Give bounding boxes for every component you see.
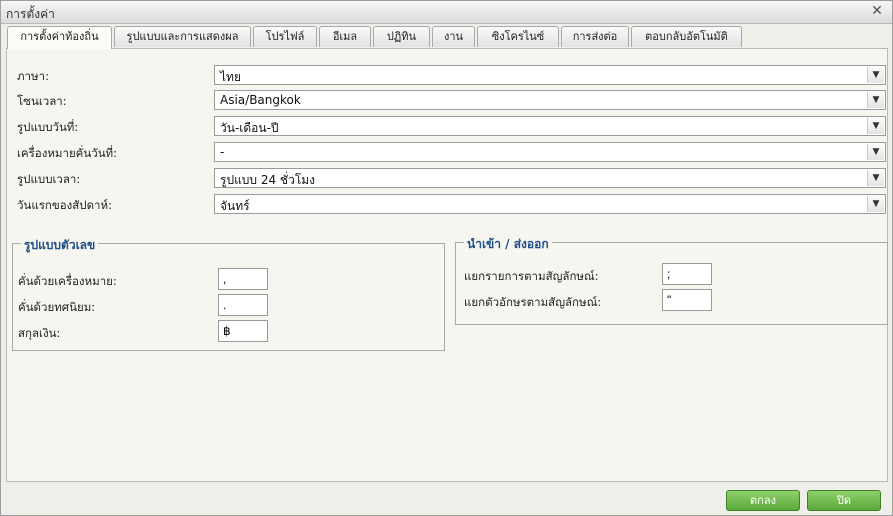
dialog-title: การตั้งค่า: [6, 7, 55, 21]
chevron-down-icon[interactable]: ▼: [867, 170, 884, 186]
close-icon[interactable]: ✕: [870, 4, 884, 18]
decimal-separator-label: คั่นด้วยทศนิยม:: [18, 300, 96, 314]
chevron-down-icon[interactable]: ▼: [867, 196, 884, 212]
time-format-value: รูปแบบ 24 ชั่วโมง: [220, 173, 316, 187]
number-format-group: รูปแบบตัวเลข คั่นด้วยเครื่องหมาย: คั่นด้…: [12, 236, 445, 351]
date-format-label: รูปแบบวันที่:: [17, 120, 79, 134]
settings-dialog: การตั้งค่า ✕ การตั้งค่าท้องถิ่น รูปแบบแล…: [0, 0, 893, 516]
thousands-separator-input[interactable]: [218, 268, 268, 290]
tab-calendar[interactable]: ปฏิทิน: [373, 26, 430, 47]
timezone-value: Asia/Bangkok: [220, 93, 301, 107]
close-button[interactable]: ปิด: [807, 490, 881, 511]
chevron-down-icon[interactable]: ▼: [867, 67, 884, 83]
first-day-value: จันทร์: [220, 199, 250, 213]
text-qualifier-label: แยกตัวอักษรตามสัญลักษณ์:: [464, 295, 602, 309]
first-day-select[interactable]: จันทร์ ▼: [214, 194, 886, 214]
tab-forwarding[interactable]: การส่งต่อ: [561, 26, 629, 47]
record-separator-label: แยกรายการตามสัญลักษณ์:: [464, 269, 599, 283]
timezone-select[interactable]: Asia/Bangkok ▼: [214, 90, 886, 110]
date-separator-select[interactable]: - ▼: [214, 142, 886, 162]
currency-input[interactable]: [218, 320, 268, 342]
import-export-legend: นำเข้า / ส่งออก: [464, 235, 552, 254]
language-label: ภาษา:: [17, 69, 49, 83]
time-format-label: รูปแบบเวลา:: [17, 172, 81, 186]
language-select[interactable]: ไทย ▼: [214, 65, 886, 85]
date-separator-label: เครื่องหมายคั่นวันที่:: [17, 146, 118, 160]
time-format-select[interactable]: รูปแบบ 24 ชั่วโมง ▼: [214, 168, 886, 188]
date-format-select[interactable]: วัน-เดือน-ปี ▼: [214, 116, 886, 136]
record-separator-input[interactable]: [662, 263, 712, 285]
import-export-group: นำเข้า / ส่งออก แยกรายการตามสัญลักษณ์: แ…: [455, 235, 888, 325]
chevron-down-icon[interactable]: ▼: [867, 92, 884, 108]
thousands-separator-label: คั่นด้วยเครื่องหมาย:: [18, 274, 117, 288]
tab-sync[interactable]: ซิงโครไนซ์: [477, 26, 559, 47]
text-qualifier-input[interactable]: [662, 289, 712, 311]
ok-button[interactable]: ตกลง: [726, 490, 800, 511]
date-format-value: วัน-เดือน-ปี: [220, 121, 279, 135]
tab-tasks[interactable]: งาน: [432, 26, 475, 47]
currency-label: สกุลเงิน:: [18, 326, 61, 340]
settings-panel: ภาษา: ไทย ▼ โซนเวลา: Asia/Bangkok ▼ รูปแ…: [6, 48, 888, 482]
language-value: ไทย: [220, 70, 241, 84]
tab-appearance[interactable]: รูปแบบและการแสดงผล: [114, 26, 251, 47]
first-day-label: วันแรกของสัปดาห์:: [17, 198, 112, 212]
chevron-down-icon[interactable]: ▼: [867, 118, 884, 134]
tab-locale[interactable]: การตั้งค่าท้องถิ่น: [7, 26, 112, 49]
chevron-down-icon[interactable]: ▼: [867, 144, 884, 160]
tab-profile[interactable]: โปรไฟล์: [253, 26, 317, 47]
dialog-titlebar[interactable]: การตั้งค่า ✕: [1, 1, 892, 24]
tab-email[interactable]: อีเมล: [319, 26, 371, 47]
number-format-legend: รูปแบบตัวเลข: [21, 236, 99, 255]
timezone-label: โซนเวลา:: [17, 94, 67, 108]
decimal-separator-input[interactable]: [218, 294, 268, 316]
date-separator-value: -: [220, 145, 225, 159]
tab-auto-reply[interactable]: ตอบกลับอัตโนมัติ: [631, 26, 742, 47]
